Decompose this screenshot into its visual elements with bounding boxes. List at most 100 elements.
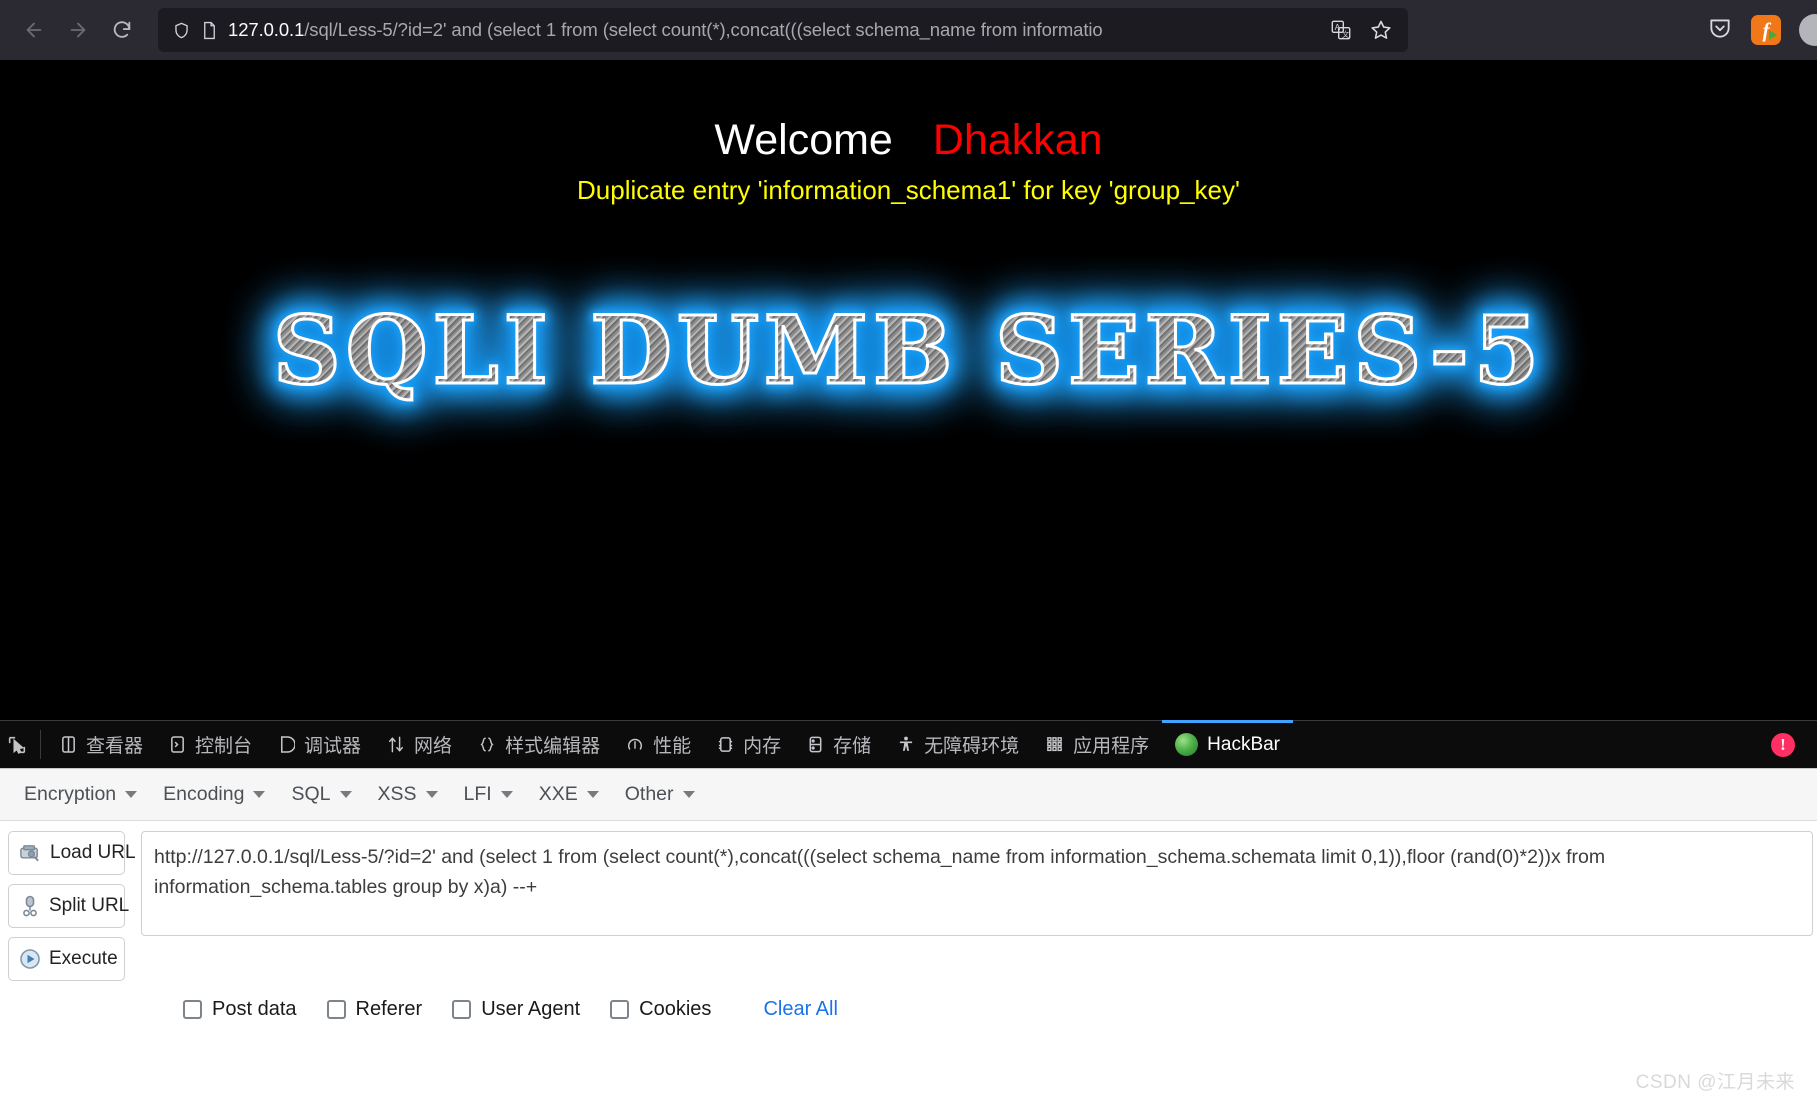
- checkbox-box[interactable]: [452, 1000, 472, 1019]
- execute-button[interactable]: Execute: [8, 937, 125, 981]
- accessibility-icon: [897, 735, 915, 754]
- hackbar-options-row: Post data Referer User Agent Cookies Cle…: [0, 998, 1817, 1021]
- checkbox-cookies[interactable]: Cookies: [610, 998, 711, 1021]
- account-avatar-icon[interactable]: [1799, 14, 1817, 46]
- checkbox-post-data[interactable]: Post data: [183, 998, 297, 1021]
- devtools-tab-label: 样式编辑器: [505, 736, 601, 757]
- hackbar-menu-xss[interactable]: XSS: [366, 777, 450, 812]
- devtools-tab-label: 查看器: [86, 736, 144, 757]
- pocket-icon[interactable]: [1707, 15, 1733, 46]
- svg-text:文: 文: [1342, 30, 1350, 39]
- devtools-tab-hackbar[interactable]: HackBar: [1162, 720, 1293, 768]
- hackbar-action-buttons: Load URL Split URL Execute: [0, 831, 136, 981]
- devtools-tab-console[interactable]: 控制台: [156, 721, 265, 768]
- translate-icon[interactable]: A 文: [1324, 13, 1358, 47]
- devtools-tab-label: 调试器: [304, 736, 362, 757]
- hackbar-menu-xxe[interactable]: XXE: [527, 777, 611, 812]
- button-label: Load URL: [50, 842, 136, 863]
- checkbox-referer[interactable]: Referer: [326, 998, 423, 1021]
- forward-button[interactable]: [56, 8, 100, 52]
- menu-label: Encryption: [24, 783, 117, 805]
- devtools-tab-label: 无障碍环境: [924, 736, 1020, 757]
- style-editor-icon: [478, 735, 496, 754]
- url-text: 127.0.0.1/sql/Less-5/?id=2' and (select …: [228, 19, 1103, 40]
- chevron-down-icon: [339, 791, 352, 798]
- chevron-down-icon: [425, 791, 438, 798]
- hackbar-menu-lfi[interactable]: LFI: [452, 777, 525, 812]
- banner-title: SQLI DUMB SERIES-5: [271, 276, 1544, 426]
- checkbox-label: User Agent: [481, 998, 581, 1020]
- checkbox-label: Referer: [355, 998, 423, 1020]
- url-bar[interactable]: 127.0.0.1/sql/Less-5/?id=2' and (select …: [158, 8, 1408, 52]
- sql-error-message: Duplicate entry 'information_schema1' fo…: [577, 175, 1240, 205]
- hackbar-menu-sql[interactable]: SQL: [279, 777, 363, 812]
- checkbox-box[interactable]: [183, 1000, 202, 1019]
- element-picker-icon[interactable]: [0, 721, 34, 768]
- menu-label: Encoding: [163, 783, 245, 805]
- devtools-tab-label: 存储: [833, 736, 872, 757]
- devtools-toolbar: 查看器 控制台 调试器 网络 样式编辑器 性能 内存 存储 无障碍环境 应用程序…: [0, 720, 1817, 768]
- svg-text:A: A: [1335, 23, 1341, 32]
- button-label: Execute: [49, 948, 118, 969]
- debugger-icon: [278, 735, 296, 754]
- menu-label: SQL: [291, 783, 331, 805]
- browser-extensions-area: f: [1707, 0, 1817, 60]
- clear-all-link[interactable]: Clear All: [763, 998, 837, 1021]
- checkbox-box[interactable]: [326, 1000, 346, 1019]
- checkbox-user-agent[interactable]: User Agent: [452, 998, 580, 1021]
- web-page-content: Welcome Dhakkan Duplicate entry 'informat…: [0, 60, 1817, 720]
- flash-player-icon[interactable]: f: [1751, 15, 1781, 45]
- devtools-tab-accessibility[interactable]: 无障碍环境: [884, 721, 1032, 768]
- devtools-tab-inspector[interactable]: 查看器: [47, 721, 156, 768]
- chevron-down-icon: [253, 791, 266, 798]
- menu-label: XXE: [538, 783, 578, 805]
- split-url-button[interactable]: Split URL: [8, 884, 129, 928]
- bookmark-star-icon[interactable]: [1364, 13, 1398, 47]
- devtools-tab-label: 网络: [414, 736, 453, 757]
- devtools-tab-application[interactable]: 应用程序: [1032, 721, 1162, 768]
- chevron-down-icon: [682, 791, 695, 798]
- devtools-error-badge[interactable]: !: [1771, 732, 1795, 757]
- console-icon: [169, 735, 186, 754]
- devtools-tab-storage[interactable]: 存储: [794, 721, 884, 768]
- devtools-tab-memory[interactable]: 内存: [704, 721, 794, 768]
- application-icon: [1045, 735, 1064, 754]
- hackbar-menu-encoding[interactable]: Encoding: [151, 777, 277, 812]
- hackbar-menu-encryption[interactable]: Encryption: [12, 777, 149, 812]
- devtools-tab-label: 性能: [653, 736, 692, 757]
- load-url-button[interactable]: Load URL: [8, 831, 136, 875]
- hackbar-menu-other[interactable]: Other: [613, 777, 707, 812]
- devtools-tab-network[interactable]: 网络: [374, 721, 465, 768]
- chevron-down-icon: [586, 791, 599, 798]
- hackbar-url-area: [125, 831, 1817, 981]
- devtools-tab-style-editor[interactable]: 样式编辑器: [465, 721, 613, 768]
- welcome-text: Welcome: [714, 116, 893, 164]
- url-textarea[interactable]: [141, 831, 1813, 936]
- username-text: Dhakkan: [932, 116, 1103, 164]
- execute-icon: [19, 948, 41, 970]
- devtools-tab-performance[interactable]: 性能: [613, 721, 704, 768]
- back-button[interactable]: [12, 8, 56, 52]
- hackbar-logo-icon: [1175, 733, 1199, 756]
- devtools-tab-label: 内存: [743, 736, 782, 757]
- reload-button[interactable]: [100, 8, 144, 52]
- network-icon: [387, 735, 405, 754]
- devtools-tab-debugger[interactable]: 调试器: [265, 721, 374, 768]
- sqli-banner: SQLI DUMB SERIES-5: [0, 276, 1817, 426]
- devtools-tab-label: HackBar: [1207, 733, 1281, 755]
- memory-icon: [717, 735, 734, 754]
- chevron-down-icon: [125, 791, 138, 798]
- menu-label: Other: [624, 783, 674, 805]
- split-url-icon: [19, 895, 41, 917]
- load-url-icon: [19, 843, 42, 863]
- inspector-icon: [60, 735, 77, 754]
- browser-toolbar: 127.0.0.1/sql/Less-5/?id=2' and (select …: [0, 0, 1817, 60]
- devtools-tab-label: 应用程序: [1073, 736, 1150, 757]
- welcome-heading: Welcome Dhakkan: [0, 60, 1817, 165]
- page-icon: [201, 21, 218, 40]
- devtools-tab-label: 控制台: [195, 736, 253, 757]
- hackbar-body: Load URL Split URL Execute http://127.0.…: [0, 821, 1817, 981]
- checkbox-box[interactable]: [610, 1000, 630, 1019]
- toolbar-divider: [40, 730, 41, 759]
- chevron-down-icon: [500, 791, 513, 798]
